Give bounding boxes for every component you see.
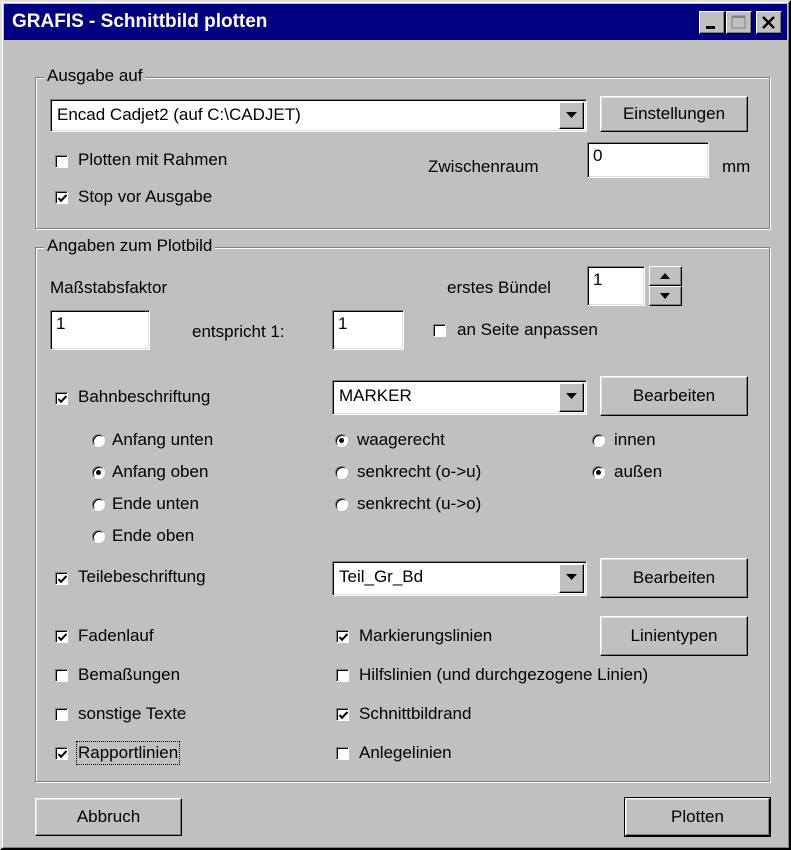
fit-page-checkbox[interactable]	[433, 324, 446, 337]
chevron-down-icon	[566, 112, 577, 118]
output-device-select[interactable]: Encad Cadjet2 (auf C:\CADJET)	[50, 99, 587, 132]
close-icon	[762, 16, 775, 29]
web-labeling-checkbox[interactable]	[55, 392, 68, 405]
sonstige-texte-checkbox[interactable]	[55, 708, 68, 721]
first-bundle-spin-down[interactable]	[649, 286, 682, 306]
radio-innen-label: innen	[614, 430, 656, 449]
radio-waagerecht[interactable]	[335, 434, 348, 447]
dialog-window: GRAFIS - Schnittbild plotten Ausgabe auf…	[0, 0, 791, 850]
settings-button[interactable]: Einstellungen	[600, 96, 748, 132]
radio-waagerecht-label: waagerecht	[357, 430, 445, 449]
part-labeling-checkbox[interactable]	[55, 572, 68, 585]
part-labeling-select-value: Teil_Gr_Bd	[339, 567, 424, 586]
checkmark-icon	[57, 395, 68, 404]
part-labeling-label: Teilebeschriftung	[78, 567, 206, 586]
web-labeling-select-value: MARKER	[339, 386, 412, 405]
stop-before-output-checkbox[interactable]	[55, 191, 68, 204]
stop-before-output-label: Stop vor Ausgabe	[78, 187, 213, 206]
chevron-down-icon	[660, 293, 670, 299]
web-labeling-edit-button[interactable]: Bearbeiten	[600, 376, 748, 416]
scale-factor-label: Maßstabsfaktor	[50, 278, 168, 297]
rapportlinien-checkbox[interactable]	[55, 747, 68, 760]
radio-ende-unten-label: Ende unten	[112, 494, 199, 513]
radio-innen[interactable]	[592, 434, 605, 447]
schnittbildrand-label: Schnittbildrand	[359, 704, 472, 723]
radio-ende-oben-label: Ende oben	[112, 526, 195, 545]
chevron-down-icon	[566, 393, 577, 399]
spacing-unit: mm	[722, 157, 751, 176]
radio-anfang-unten[interactable]	[92, 434, 105, 447]
checkmark-icon	[57, 194, 68, 203]
radio-anfang-oben-label: Anfang oben	[112, 462, 209, 481]
plot-settings-group-legend: Angaben zum Plotbild	[44, 236, 216, 256]
web-labeling-label: Bahnbeschriftung	[78, 387, 211, 406]
checkmark-icon	[57, 750, 68, 759]
first-bundle-label: erstes Bündel	[447, 278, 551, 297]
chevron-up-icon	[660, 273, 670, 279]
plot-frame-label: Plotten mit Rahmen	[78, 150, 228, 169]
scale-factor-input[interactable]: 1	[50, 310, 150, 350]
equals-label: entspricht 1:	[192, 322, 285, 341]
hilfslinien-checkbox[interactable]	[336, 669, 349, 682]
first-bundle-input[interactable]: 1	[587, 266, 645, 306]
anlegelinien-checkbox[interactable]	[336, 747, 349, 760]
first-bundle-spin-up[interactable]	[649, 266, 682, 286]
minimize-icon	[706, 26, 715, 29]
fadenlauf-label: Fadenlauf	[78, 626, 154, 645]
minimize-button[interactable]	[699, 11, 725, 34]
line-types-button[interactable]: Linientypen	[600, 616, 748, 656]
part-labeling-select[interactable]: Teil_Gr_Bd	[332, 561, 587, 596]
checkmark-icon	[57, 633, 68, 642]
maximize-icon	[731, 15, 746, 29]
output-device-value: Encad Cadjet2 (auf C:\CADJET)	[57, 105, 301, 124]
window-title: GRAFIS - Schnittbild plotten	[12, 11, 268, 32]
title-bar[interactable]: GRAFIS - Schnittbild plotten	[4, 4, 787, 40]
plot-frame-checkbox[interactable]	[55, 155, 68, 168]
output-device-dropdown-button[interactable]	[559, 102, 584, 129]
radio-aussen[interactable]	[592, 466, 605, 479]
radio-anfang-oben[interactable]	[92, 466, 105, 479]
schnittbildrand-checkbox[interactable]	[336, 708, 349, 721]
anlegelinien-label: Anlegelinien	[359, 743, 452, 762]
web-labeling-select[interactable]: MARKER	[332, 380, 587, 415]
cancel-button[interactable]: Abbruch	[35, 798, 182, 836]
markierungslinien-checkbox[interactable]	[336, 630, 349, 643]
checkmark-icon	[57, 575, 68, 584]
spacing-input[interactable]: 0	[587, 142, 709, 178]
markierungslinien-label: Markierungslinien	[359, 626, 493, 645]
close-button[interactable]	[756, 11, 782, 34]
chevron-down-icon	[566, 574, 577, 580]
fit-page-label: an Seite anpassen	[457, 320, 598, 339]
radio-senkrecht-u-o[interactable]	[335, 498, 348, 511]
rapportlinien-label: Rapportlinien	[75, 741, 181, 765]
hilfslinien-label: Hilfslinien (und durchgezogene Linien)	[359, 665, 649, 684]
radio-senkrecht-o-u-label: senkrecht (o->u)	[357, 462, 482, 481]
radio-ende-oben[interactable]	[92, 530, 105, 543]
maximize-button[interactable]	[726, 11, 752, 34]
bemassungen-checkbox[interactable]	[55, 669, 68, 682]
equals-input[interactable]: 1	[332, 310, 404, 350]
output-group-legend: Ausgabe auf	[44, 66, 146, 86]
radio-anfang-unten-label: Anfang unten	[112, 430, 214, 449]
sonstige-texte-label: sonstige Texte	[78, 704, 187, 723]
fadenlauf-checkbox[interactable]	[55, 630, 68, 643]
web-labeling-dropdown-button[interactable]	[559, 383, 584, 412]
radio-aussen-label: außen	[614, 462, 663, 481]
checkmark-icon	[338, 633, 349, 642]
part-labeling-edit-button[interactable]: Bearbeiten	[600, 558, 748, 598]
bemassungen-label: Bemaßungen	[78, 665, 181, 684]
part-labeling-dropdown-button[interactable]	[559, 564, 584, 593]
radio-ende-unten[interactable]	[92, 498, 105, 511]
radio-senkrecht-u-o-label: senkrecht (u->o)	[357, 494, 482, 513]
radio-senkrecht-o-u[interactable]	[335, 466, 348, 479]
checkmark-icon	[338, 711, 349, 720]
spacing-label: Zwischenraum	[428, 157, 539, 176]
plot-button[interactable]: Plotten	[624, 797, 771, 837]
